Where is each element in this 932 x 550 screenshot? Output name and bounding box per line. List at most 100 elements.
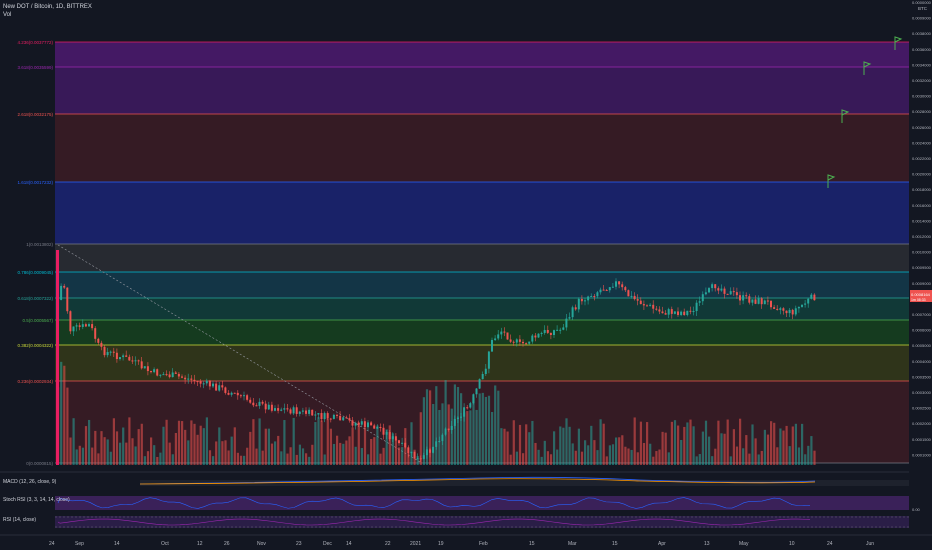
price-chart[interactable]: 4.236(0.0037772) 3.618(0.0035599) 2.618(0.… (0, 0, 932, 550)
candle-body (664, 313, 667, 315)
volume-bar (757, 454, 760, 465)
rsi-legend[interactable]: RSI (14, close) (3, 517, 36, 523)
volume-bar (373, 437, 376, 465)
volume-bar (584, 440, 587, 465)
candle-body (704, 292, 707, 295)
volume-bar (168, 442, 171, 465)
volume-bar (590, 425, 593, 465)
volume-bar (522, 453, 525, 465)
candle-body (602, 289, 605, 291)
candle-body (153, 369, 156, 373)
volume-bar (243, 455, 246, 465)
candle-body (807, 298, 810, 304)
volume-bar (91, 447, 94, 465)
volume-bar (280, 451, 283, 465)
volume-bar (329, 428, 332, 465)
volume-bar (689, 419, 692, 465)
volume-legend[interactable]: Vol (3, 12, 11, 18)
candle-body (261, 401, 264, 404)
volume-bar (599, 419, 602, 465)
fib-label: 0.5(0.0005567) (22, 318, 53, 323)
candle-body (608, 287, 611, 291)
volume-bar (69, 437, 72, 465)
volume-bar (751, 424, 754, 465)
candle-body (605, 289, 608, 291)
candle-body (593, 296, 596, 298)
volume-bar (683, 426, 686, 465)
candle-body (655, 308, 658, 310)
volume-bar (497, 390, 500, 465)
price-tick: 0.0014000 (912, 218, 932, 223)
candle-body (673, 311, 676, 314)
candle-body (112, 351, 115, 353)
volume-bar (382, 447, 385, 465)
volume-bar (295, 454, 298, 465)
volume-bar (698, 454, 701, 465)
candle-body (289, 409, 292, 414)
candle-body (466, 407, 469, 409)
volume-bar (484, 396, 487, 465)
volume-bar (450, 408, 453, 465)
candle-body (776, 308, 779, 310)
candle-body (115, 352, 118, 360)
volume-bar (593, 440, 596, 465)
volume-bar (732, 429, 735, 465)
fib-label: 1(0.0013802) (26, 242, 53, 247)
volume-bar (146, 451, 150, 465)
price-tick: 0.0001500 (912, 437, 932, 442)
candle-body (78, 325, 81, 327)
stoch-legend[interactable]: Stoch RSI (3, 3, 14, 14, close) (3, 497, 70, 503)
volume-bar (140, 423, 143, 465)
candle-body (150, 371, 152, 373)
volume-bar (720, 433, 723, 465)
candle-body (332, 414, 335, 419)
candle-body (782, 308, 785, 311)
volume-bar (801, 423, 804, 465)
candle-body (379, 427, 382, 429)
candle-body (491, 339, 493, 352)
volume-bar (528, 432, 531, 465)
candle-body (531, 335, 534, 342)
candle-body (360, 421, 363, 425)
volume-bar (701, 431, 704, 465)
candle-body (295, 407, 298, 414)
current-price-countdown: 1m 08:33 (911, 298, 926, 302)
volume-bar (549, 454, 553, 465)
chart-window: 4.236(0.0037772) 3.618(0.0035599) 2.618(0.… (0, 0, 932, 550)
volume-bar (277, 435, 280, 465)
volume-bar (444, 380, 447, 465)
candle-body (168, 374, 171, 378)
candle-body (373, 425, 376, 429)
volume-bar (438, 409, 441, 465)
symbol-legend[interactable]: New DOT / Bitcoin, 1D, BITTREX (3, 4, 92, 10)
candle-body (553, 330, 555, 335)
price-tick: 0.0030000 (912, 94, 932, 99)
volume-bar (81, 447, 84, 465)
fib-label: 0.382(0.0004322) (17, 343, 53, 348)
volume-bar (109, 451, 112, 465)
volume-bar (416, 456, 419, 465)
volume-bar (534, 442, 537, 465)
candle-body (695, 302, 698, 312)
volume-bar (236, 452, 239, 465)
candle-body (137, 360, 140, 362)
volume-bar (627, 448, 630, 465)
volume-bar (463, 412, 466, 465)
volume-bar (429, 390, 432, 465)
price-tick: 0.0009500 (912, 265, 932, 270)
volume-bar (308, 456, 311, 465)
volume-bar (556, 449, 559, 465)
candle-body (494, 338, 497, 340)
macd-legend[interactable]: MACD (12, 26, close, 9) (3, 479, 56, 485)
time-label: 13 (704, 541, 710, 547)
candle-body (97, 338, 100, 343)
candle-body (286, 408, 289, 410)
candle-body (103, 346, 106, 356)
candle-body (801, 304, 803, 307)
time-label: 10 (789, 541, 795, 547)
volume-bar (509, 454, 512, 465)
candle-body (599, 289, 602, 293)
volume-bar (531, 420, 534, 465)
volume-bar (181, 421, 184, 465)
candle-body (75, 325, 78, 327)
